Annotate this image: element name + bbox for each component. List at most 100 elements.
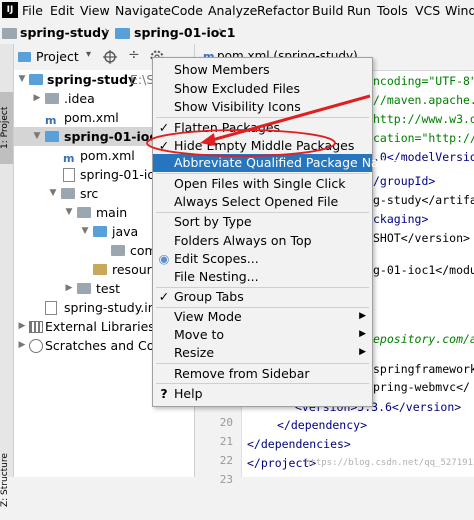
tree-item-label: spring-study — [47, 72, 137, 87]
line-number: 20 — [219, 416, 233, 429]
menu-item-label: Edit Scopes... — [174, 251, 259, 266]
resources-folder-icon — [93, 264, 107, 275]
help-icon: ? — [160, 386, 168, 401]
tree-item-label: main — [96, 205, 128, 220]
menu-item-group-tabs[interactable]: ✓ Group Tabs — [153, 287, 372, 306]
library-icon — [29, 321, 43, 333]
expand-arrow-icon[interactable]: ▼ — [17, 70, 27, 89]
menu-item-remove-from-sidebar[interactable]: Remove from Sidebar — [153, 364, 372, 383]
folder-icon — [45, 93, 59, 104]
collapse-arrow-icon[interactable]: ▶ — [17, 336, 27, 355]
menu-edit[interactable]: Edit — [50, 3, 74, 18]
menu-item-label: Help — [174, 386, 203, 401]
maven-file-icon: m — [63, 152, 75, 165]
line-number: 21 — [219, 435, 233, 448]
menu-item-view-mode[interactable]: View Mode ▶ — [153, 307, 372, 326]
submenu-arrow-icon: ▶ — [359, 311, 366, 321]
expand-arrow-icon[interactable]: ▼ — [64, 203, 74, 222]
tree-item-label: spring-study.iml — [64, 300, 164, 315]
menu-item-label: Resize — [174, 345, 215, 360]
collapse-arrow-icon[interactable]: ▶ — [17, 317, 27, 336]
menu-run[interactable]: Run — [347, 3, 371, 18]
menu-item-label: Show Visibility Icons — [174, 99, 301, 114]
source-folder-icon — [93, 226, 107, 237]
menu-tools[interactable]: Tools — [377, 3, 408, 18]
menu-item-folders-always-on-top[interactable]: Folders Always on Top — [153, 231, 372, 250]
folder-icon — [77, 207, 91, 218]
menu-item-label: Hide Empty Middle Packages — [174, 138, 355, 153]
menu-refactor[interactable]: Refactor — [257, 3, 309, 18]
menu-item-show-visibility-icons[interactable]: Show Visibility Icons — [153, 97, 372, 116]
check-mark-icon: ✓ — [158, 120, 170, 135]
code-line: SHOT</version> — [373, 231, 470, 245]
menu-item-abbreviate-qualified-package-names[interactable]: Abbreviate Qualified Package Names — [153, 154, 405, 172]
project-tool-tab[interactable]: 1: Project — [0, 92, 13, 164]
menu-window[interactable]: Windo — [445, 3, 474, 18]
tree-item-label: pom.xml — [80, 148, 135, 163]
menu-item-move-to[interactable]: Move to ▶ — [153, 325, 372, 344]
menu-item-show-excluded-files[interactable]: Show Excluded Files — [153, 79, 372, 98]
tree-item-label: spring-01-ioc1 — [64, 129, 166, 144]
menu-build[interactable]: Build — [312, 3, 343, 18]
menu-item-label: View Mode — [174, 309, 242, 324]
code-line: ncoding="UTF-8"? — [373, 74, 474, 88]
collapse-arrow-icon[interactable]: ▶ — [32, 89, 42, 108]
collapse-all-icon[interactable]: ÷ — [128, 47, 140, 63]
expand-arrow-icon[interactable]: ▼ — [48, 184, 58, 203]
menu-item-label: Folders Always on Top — [174, 233, 312, 248]
navigation-bar: spring-study › spring-01-ioc1 › — [0, 22, 474, 45]
collapse-arrow-icon[interactable]: ▶ — [64, 279, 74, 298]
menu-item-hide-empty-middle-packages[interactable]: ✓ Hide Empty Middle Packages — [153, 136, 372, 155]
menu-item-always-select-opened-file[interactable]: Always Select Opened File — [153, 192, 372, 211]
code-line: springframework — [373, 362, 474, 376]
menu-item-label: Show Members — [174, 62, 270, 77]
menu-bar: IJ File Edit View Navigate Code Analyze … — [0, 0, 474, 23]
menu-analyze[interactable]: Analyze — [208, 3, 257, 18]
menu-item-flatten-packages[interactable]: ✓ Flatten Packages — [153, 118, 372, 137]
intellij-logo-icon: IJ — [2, 2, 18, 18]
menu-item-file-nesting[interactable]: File Nesting... — [153, 267, 372, 286]
breadcrumb-project[interactable]: spring-study — [20, 25, 109, 40]
code-line: ckaging> — [373, 212, 429, 226]
package-folder-icon — [111, 245, 125, 256]
locate-target-icon[interactable] — [103, 50, 117, 64]
menu-item-open-files-single-click[interactable]: Open Files with Single Click — [153, 174, 372, 193]
expand-arrow-icon[interactable]: ▼ — [80, 222, 90, 241]
menu-code[interactable]: Code — [171, 3, 203, 18]
menu-item-label: Remove from Sidebar — [174, 366, 310, 381]
tree-item-label: src — [80, 186, 99, 201]
folder-icon — [2, 28, 17, 39]
menu-item-label: Group Tabs — [174, 289, 244, 304]
menu-view[interactable]: View — [80, 3, 110, 18]
expand-arrow-icon[interactable]: ▼ — [32, 127, 42, 146]
menu-item-help[interactable]: ? Help — [153, 384, 372, 403]
code-line: g-01-ioc1</modul — [373, 263, 474, 277]
check-mark-icon: ✓ — [158, 138, 170, 153]
menu-item-show-members[interactable]: Show Members — [153, 60, 372, 79]
menu-item-resize[interactable]: Resize ▶ — [153, 343, 372, 362]
project-view-title[interactable]: Project — [36, 49, 79, 64]
menu-item-label: Flatten Packages — [174, 120, 281, 135]
code-line: pring-webmvc</ — [373, 380, 470, 394]
project-view-icon — [18, 52, 31, 62]
file-icon — [63, 168, 75, 182]
project-view-options-menu: Show Members Show Excluded Files Show Vi… — [152, 57, 405, 407]
menu-navigate[interactable]: Navigate — [115, 3, 171, 18]
line-number: 22 — [219, 454, 233, 467]
menu-file[interactable]: File — [22, 3, 43, 18]
code-line: //maven.apache.o — [373, 93, 474, 107]
check-mark-icon: ✓ — [158, 289, 170, 304]
menu-item-sort-by-type[interactable]: Sort by Type — [153, 212, 372, 231]
menu-vcs[interactable]: VCS — [415, 3, 440, 18]
tool-window-stripe: 1: Project Z: Structure — [0, 44, 14, 507]
structure-tool-tab[interactable]: Z: Structure — [0, 440, 13, 520]
chevron-down-icon[interactable]: ▾ — [86, 49, 91, 60]
tree-item-label: External Libraries — [45, 319, 155, 334]
menu-item-label: Move to — [174, 327, 225, 342]
menu-item-edit-scopes[interactable]: ◉ Edit Scopes... — [153, 249, 372, 268]
tree-item-label: pom.xml — [64, 110, 119, 125]
scratches-icon — [29, 339, 43, 353]
line-number: 23 — [219, 473, 233, 486]
submenu-arrow-icon: ▶ — [359, 347, 366, 357]
menu-item-label: Abbreviate Qualified Package Names — [174, 155, 406, 170]
